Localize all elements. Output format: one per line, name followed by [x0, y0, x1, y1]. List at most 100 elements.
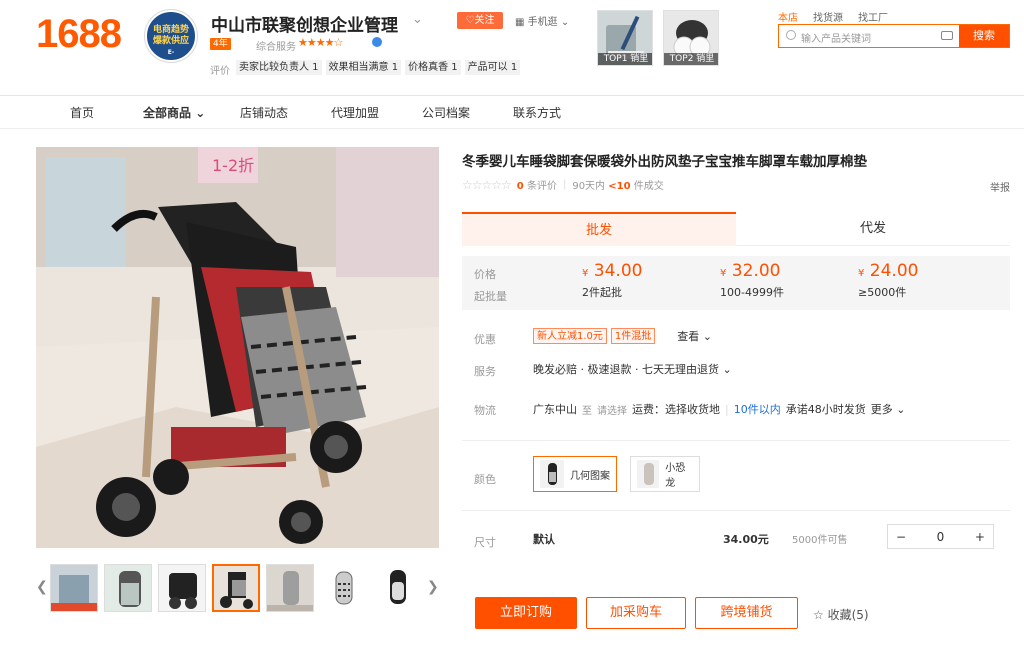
- sales-value: <10: [608, 181, 631, 192]
- nav-shop-news[interactable]: 店铺动态: [240, 104, 288, 121]
- scope-this-shop[interactable]: 本店: [778, 9, 798, 24]
- review-count[interactable]: 0: [517, 181, 524, 192]
- shop-name[interactable]: 中山市联聚创想企业管理: [211, 11, 398, 36]
- thumbnail-image: [51, 565, 97, 611]
- tab-wholesale[interactable]: 批发: [462, 212, 736, 246]
- rating-stars: ☆☆☆☆☆: [462, 177, 512, 192]
- add-to-cart-button[interactable]: 加采购车: [586, 597, 686, 629]
- search-input[interactable]: 输入产品关键词: [779, 25, 959, 47]
- price-tier: ¥ 32.00 100-4999件: [720, 261, 784, 300]
- color-option-label: 几何图案: [570, 470, 610, 482]
- tier-qty: ≥5000件: [858, 286, 907, 299]
- nav-all-products-label: 全部商品: [143, 106, 192, 120]
- tier-price: ¥ 32.00: [720, 261, 784, 281]
- logistics-more-button[interactable]: 更多 ⌄: [871, 401, 906, 417]
- color-option[interactable]: 小恐龙: [630, 456, 700, 492]
- chevron-right-icon[interactable]: ❯: [427, 579, 439, 595]
- color-swatch-image: [540, 460, 564, 488]
- ship-from: 广东中山: [533, 403, 577, 416]
- years-badge: 4年: [210, 38, 231, 50]
- shop-logo[interactable]: 电商趋势爆款供应 E-WINHELPERS: [145, 10, 197, 62]
- tier-price: ¥ 24.00: [858, 261, 918, 281]
- view-promos-button[interactable]: 查看 ⌄: [677, 328, 712, 344]
- favorite-button[interactable]: ☆ 收藏(5): [813, 606, 869, 623]
- site-logo[interactable]: 1688: [36, 12, 122, 57]
- tier-price-value: 24.00: [869, 261, 919, 281]
- service-label: 服务: [474, 365, 496, 378]
- service-guarantees[interactable]: 晚发必赔 · 极速退款 · 七天无理由退货 ⌄: [533, 361, 732, 377]
- verified-icon[interactable]: [372, 37, 382, 47]
- camera-icon[interactable]: [941, 31, 953, 40]
- purchase-mode-tabs: 批发 代发: [462, 212, 1010, 246]
- quantity-stepper: − 0 +: [887, 524, 994, 549]
- favorite-label: 收藏(5): [827, 608, 869, 622]
- thumbnail[interactable]: [50, 564, 98, 612]
- nav-contact[interactable]: 联系方式: [513, 104, 561, 121]
- cross-border-button[interactable]: 跨境铺货: [695, 597, 798, 629]
- thumbnail-image: [320, 564, 368, 612]
- thumbnail[interactable]: [104, 564, 152, 612]
- thumbnail[interactable]: [320, 564, 368, 612]
- shipping-fee: 运费：选择收货地: [632, 403, 720, 416]
- color-option-selected[interactable]: 几何图案: [533, 456, 617, 492]
- top1-product[interactable]: TOP1 销里: [597, 10, 653, 66]
- thumbnail-selected[interactable]: [212, 564, 260, 612]
- nav-all-products[interactable]: 全部商品 ⌄: [143, 104, 205, 121]
- sales-suffix: 件成交: [633, 181, 664, 192]
- review-suffix: 条评价: [526, 181, 557, 192]
- nav-company-profile[interactable]: 公司档案: [422, 104, 470, 121]
- review-tag: 价格真香 1: [405, 60, 461, 75]
- review-tags: 卖家比较负责人 1 效果相当满意 1 价格真香 1 产品可以 1: [236, 60, 521, 75]
- size-stock: 5000件可售: [792, 535, 848, 546]
- nav-home[interactable]: 首页: [70, 104, 94, 121]
- chevron-down-icon[interactable]: ⌄: [412, 12, 423, 27]
- tier-price-value: 32.00: [731, 261, 781, 281]
- quantity-input[interactable]: 0: [937, 530, 945, 544]
- mobile-browse-button[interactable]: ▦ 手机逛 ⌄: [515, 13, 569, 28]
- search-button[interactable]: 搜索: [959, 25, 1009, 47]
- size-value: 默认: [533, 533, 555, 546]
- price-tier: ¥ 34.00 2件起批: [582, 261, 642, 300]
- thumbnail[interactable]: [266, 564, 314, 612]
- shop-header: 1688 电商趋势爆款供应 E-WINHELPERS 中山市联聚创想企业管理 ⌄…: [0, 0, 1024, 96]
- follow-label: 关注: [474, 15, 495, 26]
- buy-now-button[interactable]: 立即订购: [475, 597, 577, 629]
- scope-find-supply[interactable]: 找货源: [813, 9, 843, 24]
- coupon-tag[interactable]: 1件混批: [610, 328, 656, 344]
- search-placeholder: 输入产品关键词: [801, 34, 871, 45]
- nav-agency[interactable]: 代理加盟: [331, 104, 379, 121]
- coupon-tag[interactable]: 新人立减1.0元: [533, 328, 607, 344]
- tab-dropship[interactable]: 代发: [736, 212, 1010, 246]
- store-banner-text: 1-2折: [212, 156, 254, 175]
- top2-product[interactable]: TOP2 销里: [663, 10, 719, 66]
- coupons: 新人立减1.0元 1件混批 查看 ⌄: [533, 328, 712, 344]
- divider: [462, 510, 1010, 511]
- scope-find-factory[interactable]: 找工厂: [858, 9, 888, 24]
- choose-destination[interactable]: 请选择: [597, 402, 627, 417]
- follow-button[interactable]: ♡关注: [457, 12, 503, 29]
- price-tier: ¥ 24.00 ≥5000件: [858, 261, 918, 300]
- chevron-down-icon: ⌄: [195, 106, 206, 120]
- thumbnail-image: [159, 565, 205, 611]
- thumbnail[interactable]: [374, 564, 422, 612]
- shop-nav: 首页 全部商品 ⌄ 店铺动态 代理加盟 公司档案 联系方式: [0, 96, 1024, 129]
- chevron-left-icon[interactable]: ❮: [36, 579, 48, 595]
- tier-price-value: 34.00: [593, 261, 643, 281]
- increment-button[interactable]: +: [975, 530, 985, 544]
- qty-label: 起批量: [474, 290, 507, 303]
- thumbnail-image: [267, 565, 313, 611]
- ship-days: 10件以内: [733, 403, 781, 416]
- price-tiers: 价格 起批量 ¥ 34.00 2件起批 ¥ 32.00 100-4999件 ¥ …: [462, 256, 1010, 310]
- price-label: 价格: [474, 268, 496, 281]
- thumbnail[interactable]: [158, 564, 206, 612]
- review-tag: 产品可以 1: [464, 60, 521, 75]
- decrement-button[interactable]: −: [896, 530, 906, 544]
- color-swatch-image: [637, 460, 660, 488]
- report-link[interactable]: 举报: [990, 179, 1010, 194]
- service-stars: ★★★★☆: [298, 36, 343, 49]
- grid-icon: ▦: [515, 17, 525, 28]
- stroller-photo: 1-2折: [36, 147, 439, 548]
- star-icon: ☆: [813, 608, 824, 622]
- top2-label: TOP2 销里: [664, 53, 718, 65]
- product-main-image[interactable]: 1-2折: [36, 147, 439, 548]
